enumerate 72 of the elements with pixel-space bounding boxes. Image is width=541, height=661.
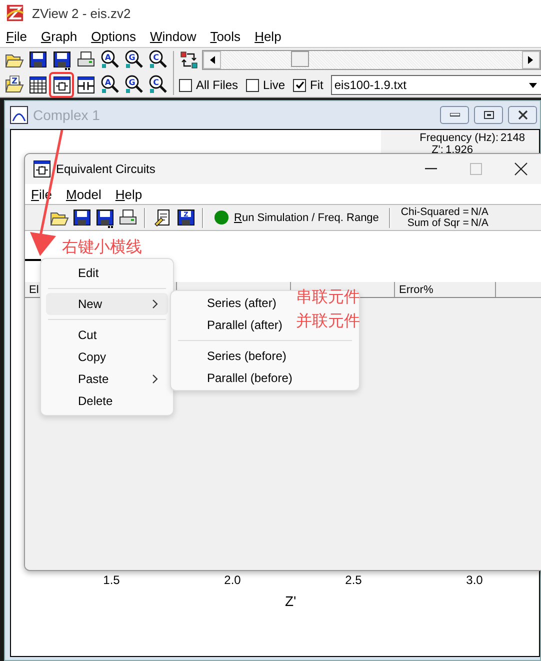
close-button[interactable] (508, 106, 537, 124)
readout-value: 1.926 (445, 144, 473, 156)
menu-item[interactable]: Help (254, 29, 282, 44)
axis-tick-label: 3.0 (466, 573, 483, 587)
readout-label: Z': (432, 144, 444, 156)
axis-tick-label: 2.5 (345, 573, 362, 587)
menu-item[interactable]: File (6, 29, 27, 44)
status-dot-icon (214, 210, 229, 225)
window-title: ZView 2 - eis.zv2 (32, 6, 131, 20)
right-arrow-icon[interactable] (528, 56, 534, 64)
readout-label: Frequency (Hz): (420, 132, 499, 144)
minimize-button[interactable] (440, 106, 469, 124)
floppy-icon[interactable] (94, 208, 114, 228)
circuit-window-icon[interactable] (32, 159, 52, 179)
window-title: Complex 1 (33, 106, 100, 122)
menu-item[interactable]: Delete (46, 390, 168, 412)
readout-value: 2148 (500, 132, 525, 144)
checkbox-label: All Files (196, 78, 238, 92)
floppy-icon[interactable] (28, 50, 48, 70)
checkbox[interactable] (246, 78, 260, 92)
scrollbar[interactable] (202, 50, 541, 70)
menu-item[interactable]: Tools (210, 29, 241, 44)
stat-value: N/A (470, 206, 488, 218)
menu-item[interactable]: Window (150, 29, 196, 44)
menu-item[interactable]: Paste (46, 368, 168, 390)
restore-button[interactable] (474, 106, 503, 124)
close-icon[interactable] (514, 162, 528, 176)
column-header[interactable]: Error% (395, 282, 496, 297)
stat-label: Chi-Squared = (400, 206, 469, 218)
restore-icon[interactable] (484, 110, 494, 118)
capacitor-window-icon[interactable] (76, 75, 96, 95)
printer-icon[interactable] (118, 208, 138, 228)
run-simulation-button[interactable]: Run Simulation / Freq. Range (210, 208, 383, 227)
file-dropdown[interactable]: eis100-1.9.txt (331, 75, 541, 95)
table-icon[interactable] (28, 75, 48, 95)
menu-item[interactable]: Edit (46, 262, 168, 284)
menu-item[interactable]: Model (66, 186, 102, 202)
axis-tick-label: 2.0 (224, 573, 241, 587)
annotation-text: 串联元件 (296, 287, 360, 308)
menu-item[interactable]: Graph (40, 29, 78, 44)
close-icon[interactable] (518, 110, 528, 120)
minimize-icon[interactable] (450, 112, 460, 116)
left-arrow-icon[interactable] (209, 56, 215, 64)
annotation-text: 并联元件 (296, 311, 360, 332)
dropdown-arrow-icon[interactable] (529, 82, 537, 88)
menu-item[interactable]: New (46, 293, 168, 315)
app-logo-icon (6, 4, 24, 22)
checkbox[interactable] (179, 78, 192, 92)
menu-item[interactable]: Options (91, 29, 136, 44)
menu-item[interactable]: Help (115, 186, 142, 202)
swap-arrows-icon[interactable] (179, 50, 199, 70)
minimize-icon[interactable] (424, 168, 436, 170)
floppy-icon[interactable] (52, 50, 72, 70)
floppy-icon[interactable] (72, 208, 92, 228)
axis-tick-label: 1.5 (103, 573, 120, 587)
arc-plot-icon (10, 106, 28, 124)
scroll-thumb[interactable] (291, 51, 309, 67)
axis-title: Z' (285, 593, 296, 609)
document-pencil-icon[interactable] (152, 208, 172, 228)
checkbox-label: Live (263, 78, 286, 92)
menu-item[interactable]: Copy (46, 346, 168, 368)
menu-item[interactable]: Series (after) (176, 292, 280, 314)
annotation-text: 右键小横线 (62, 237, 142, 258)
menu-item[interactable]: Series (before) (176, 345, 290, 367)
stat-value: N/A (470, 218, 488, 228)
menu-item[interactable]: Cut (46, 324, 168, 346)
checkbox-label: Fit (310, 78, 324, 92)
menu-item[interactable]: Parallel (after) (176, 314, 286, 336)
menu-item[interactable]: Parallel (before) (176, 367, 296, 389)
window-title: Equivalent Circuits (56, 162, 156, 176)
checkbox[interactable] (293, 78, 306, 92)
stat-label: Sum of Sqr = (407, 218, 469, 228)
